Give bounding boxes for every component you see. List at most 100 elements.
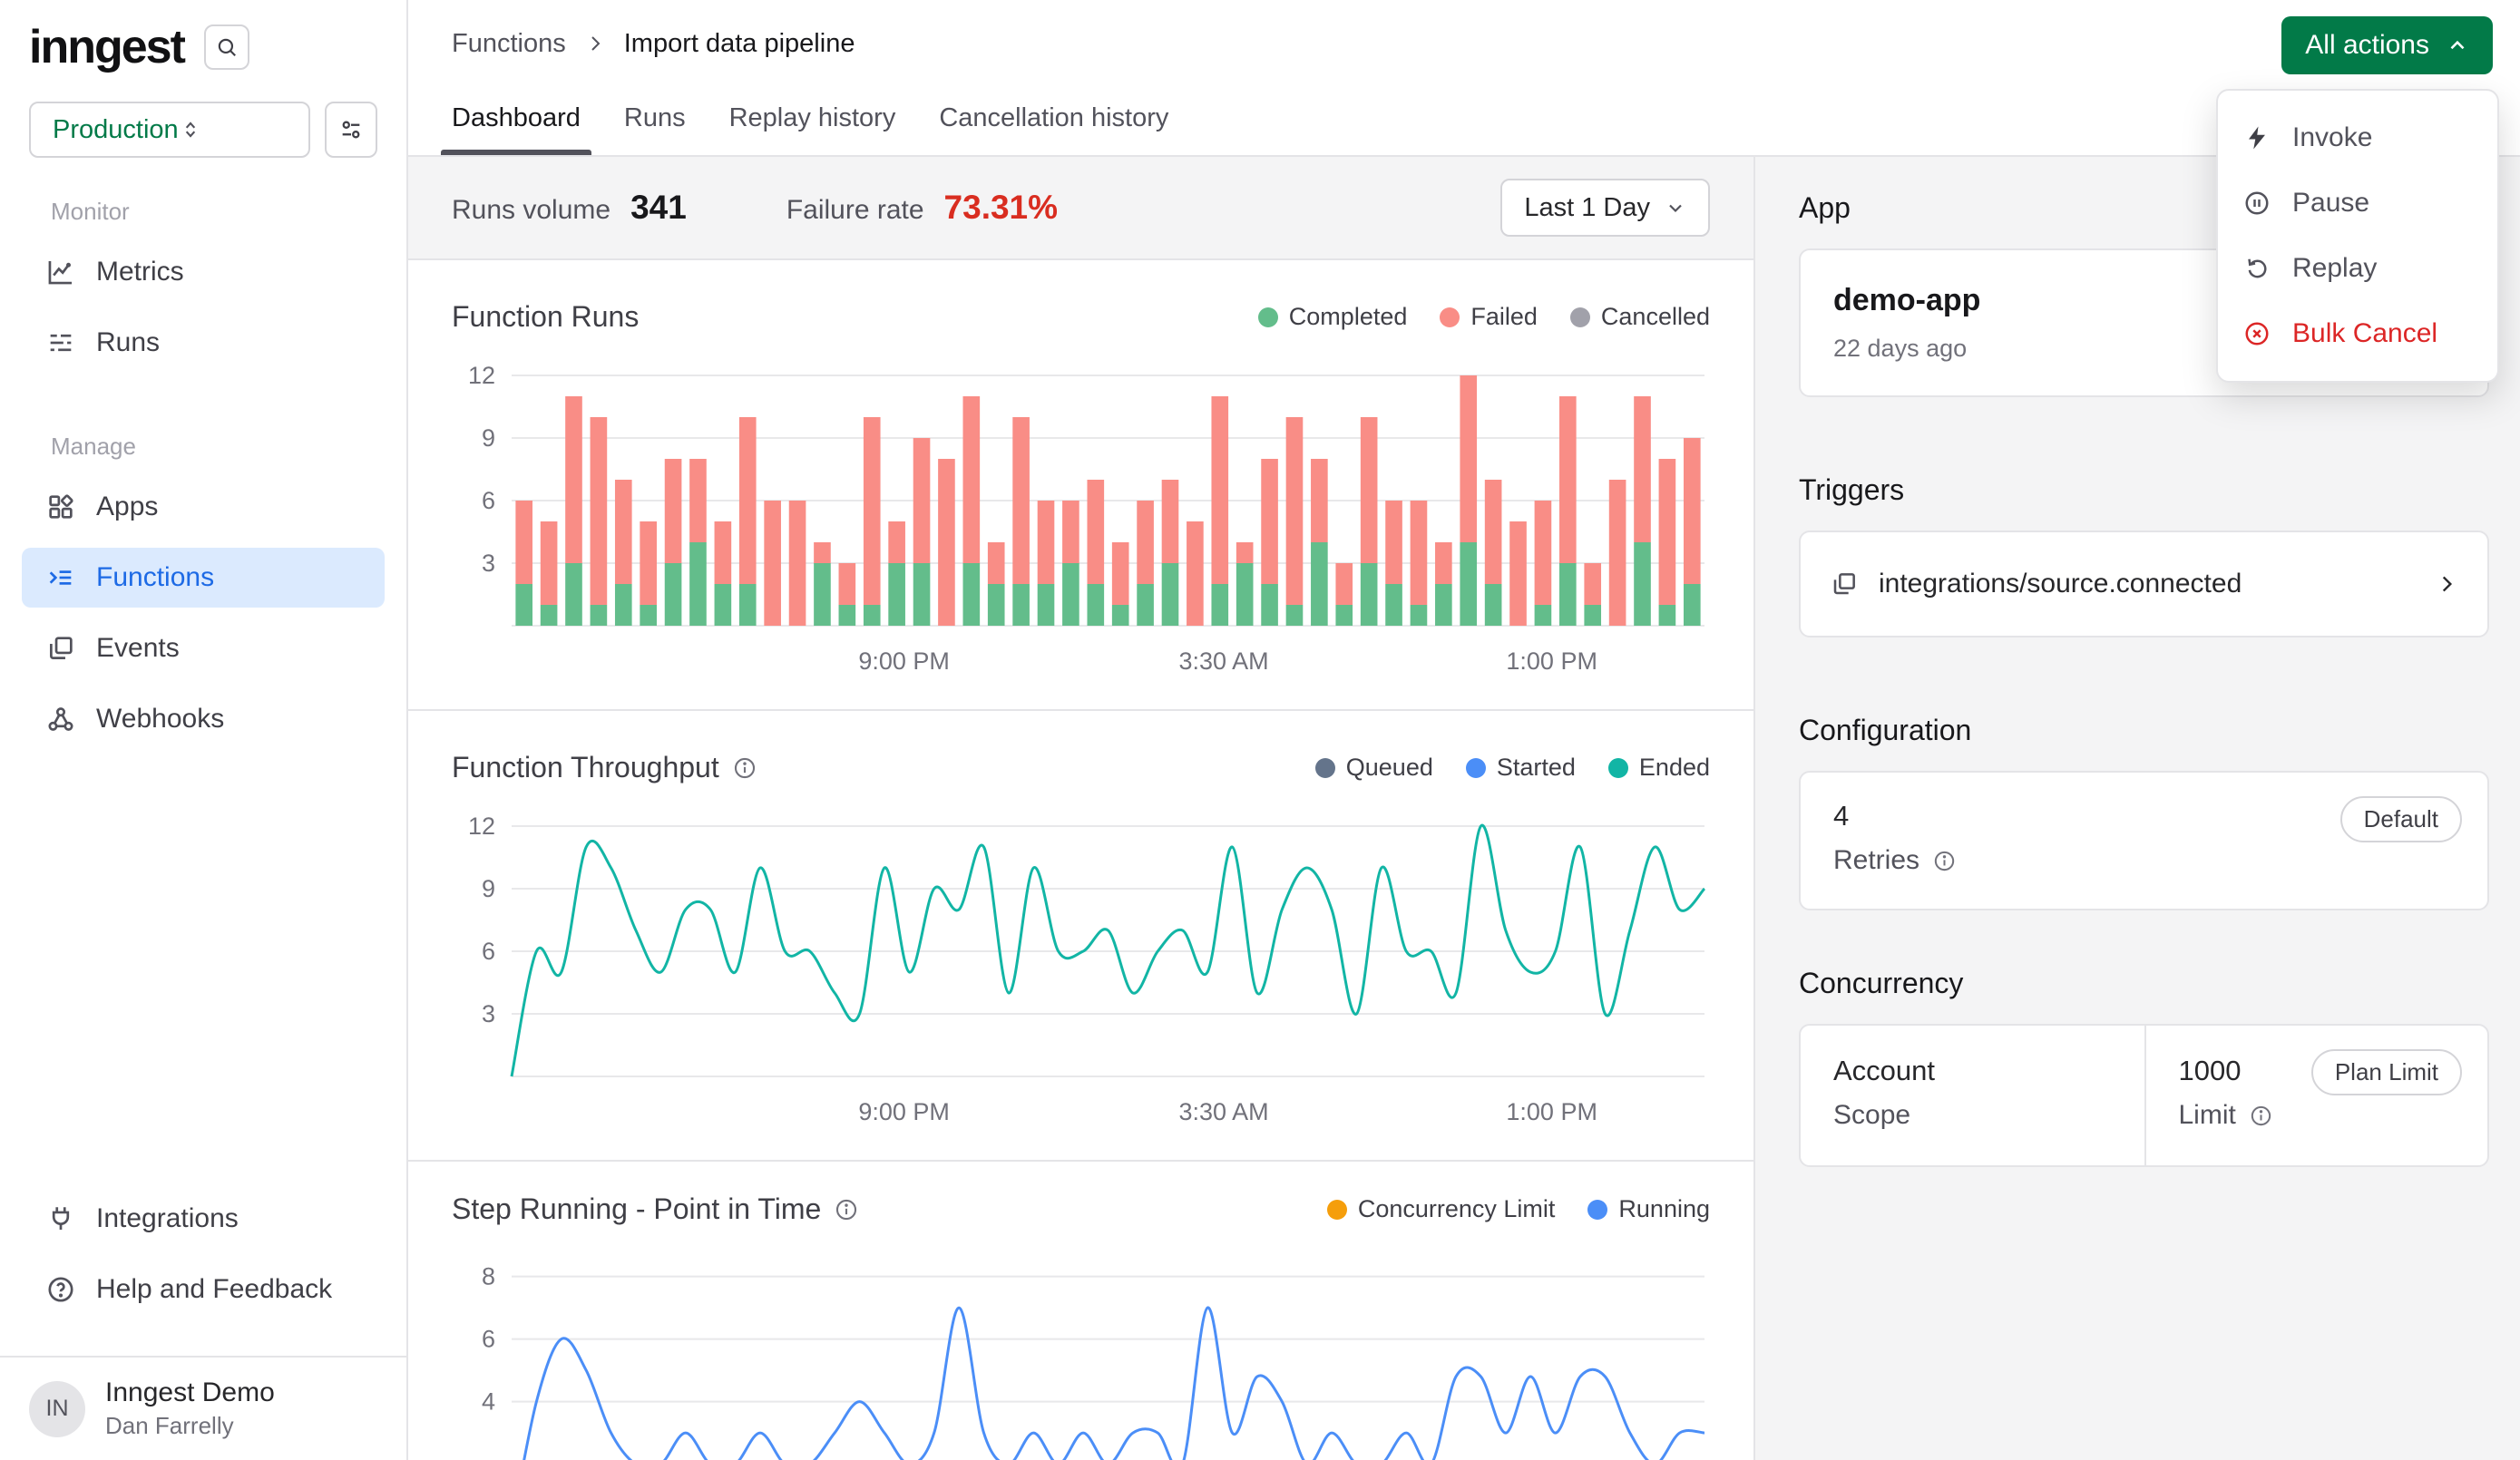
- profile-user-name: Dan Farrelly: [105, 1412, 275, 1440]
- step-running-title: Step Running - Point in Time: [452, 1192, 821, 1226]
- concurrency-card: Account Scope 1000 Limit Plan Limit: [1799, 1024, 2489, 1167]
- info-icon[interactable]: [732, 755, 757, 781]
- time-range-selector[interactable]: Last 1 Day: [1500, 179, 1710, 237]
- legend-dot: [1327, 1200, 1347, 1220]
- tab-runs[interactable]: Runs: [624, 103, 686, 155]
- main-area: Functions Import data pipeline Dashboard…: [408, 0, 2520, 1460]
- chevron-down-icon: [1665, 197, 1686, 219]
- runs-volume-label: Runs volume: [452, 195, 610, 226]
- nav-section-monitor: Monitor: [22, 198, 385, 242]
- configuration-heading: Configuration: [1799, 714, 2489, 747]
- breadcrumb-current: Import data pipeline: [624, 29, 855, 59]
- function-throughput-title: Function Throughput: [452, 751, 719, 784]
- function-runs-title: Function Runs: [452, 300, 639, 334]
- page-header: Functions Import data pipeline Dashboard…: [408, 0, 2520, 157]
- svg-text:3:30 AM: 3:30 AM: [1179, 647, 1269, 675]
- sidebar-item-webhooks[interactable]: Webhooks: [22, 689, 385, 749]
- menu-item-label: Pause: [2292, 188, 2369, 219]
- svg-text:4: 4: [482, 1388, 495, 1416]
- environment-value: Production: [53, 115, 179, 145]
- event-icon: [1830, 569, 1859, 599]
- plug-icon: [45, 1203, 76, 1234]
- legend-dot: [1440, 307, 1460, 327]
- sidebar-item-label: Help and Feedback: [96, 1274, 332, 1305]
- sidebar-item-metrics[interactable]: Metrics: [22, 242, 385, 302]
- tab-replay-history[interactable]: Replay history: [729, 103, 896, 155]
- menu-item-invoke[interactable]: Invoke: [2218, 105, 2497, 170]
- menu-item-bulk-cancel[interactable]: Bulk Cancel: [2218, 301, 2497, 366]
- breadcrumb-functions-link[interactable]: Functions: [452, 29, 566, 59]
- info-icon[interactable]: [1932, 849, 1957, 873]
- replay-icon: [2243, 255, 2271, 282]
- svg-text:12: 12: [468, 362, 495, 389]
- environment-selector[interactable]: Production: [29, 102, 310, 158]
- trigger-row[interactable]: integrations/source.connected: [1799, 530, 2489, 638]
- legend-dot: [1570, 307, 1590, 327]
- search-button[interactable]: [204, 24, 249, 70]
- menu-item-label: Replay: [2292, 253, 2377, 284]
- sidebar-item-label: Runs: [96, 327, 160, 358]
- profile-menu[interactable]: IN Inngest Demo Dan Farrelly: [0, 1356, 406, 1460]
- all-actions-button[interactable]: All actions: [2281, 16, 2493, 74]
- function-throughput-section: Function Throughput QueuedStartedEnded 3…: [408, 711, 1753, 1162]
- legend-item: Queued: [1315, 754, 1433, 782]
- menu-item-label: Bulk Cancel: [2292, 318, 2437, 349]
- legend-dot: [1466, 758, 1486, 778]
- svg-text:12: 12: [468, 813, 495, 840]
- function-throughput-legend: QueuedStartedEnded: [1315, 754, 1710, 782]
- runs-list-icon: [45, 327, 76, 358]
- svg-text:9:00 PM: 9:00 PM: [858, 1098, 950, 1125]
- tab-cancellation-history[interactable]: Cancellation history: [939, 103, 1168, 155]
- limit-label: Limit: [2179, 1100, 2236, 1131]
- function-throughput-chart: 369129:00 PM3:30 AM1:00 PM: [452, 808, 1710, 1133]
- legend-item: Ended: [1608, 754, 1710, 782]
- triggers-heading: Triggers: [1799, 473, 2489, 507]
- concurrency-heading: Concurrency: [1799, 967, 2489, 1000]
- tab-bar: Dashboard Runs Replay history Cancellati…: [452, 103, 1168, 155]
- chevron-right-icon: [2435, 572, 2458, 596]
- environment-settings-button[interactable]: [325, 102, 377, 158]
- dashboard-column: Runs volume 341 Failure rate 73.31% Last…: [408, 157, 1755, 1460]
- scope-label: Scope: [1833, 1100, 1910, 1131]
- function-runs-chart: 369129:00 PM3:30 AM1:00 PM: [452, 357, 1710, 682]
- nav-section-manage: Manage: [22, 433, 385, 477]
- menu-item-pause[interactable]: Pause: [2218, 170, 2497, 236]
- sidebar-item-help-and-feedback[interactable]: Help and Feedback: [22, 1260, 385, 1319]
- retries-label: Retries: [1833, 845, 1919, 876]
- menu-item-replay[interactable]: Replay: [2218, 236, 2497, 301]
- sliders-icon: [338, 117, 364, 142]
- webhooks-icon: [45, 704, 76, 735]
- chevron-up-icon: [2446, 34, 2469, 57]
- pause-circle-icon: [2243, 190, 2271, 217]
- legend-item: Failed: [1440, 303, 1538, 331]
- retries-card: 4 Retries Default: [1799, 771, 2489, 910]
- step-running-section: Step Running - Point in Time Concurrency…: [408, 1162, 1753, 1460]
- function-runs-legend: CompletedFailedCancelled: [1258, 303, 1710, 331]
- legend-dot: [1258, 307, 1278, 327]
- legend-item: Running: [1587, 1195, 1710, 1223]
- svg-text:6: 6: [482, 487, 495, 514]
- sidebar-item-integrations[interactable]: Integrations: [22, 1189, 385, 1249]
- runs-volume-stat: Runs volume 341: [452, 189, 687, 227]
- menu-item-label: Invoke: [2292, 122, 2372, 153]
- sidebar-item-label: Metrics: [96, 257, 184, 287]
- stats-band: Runs volume 341 Failure rate 73.31% Last…: [408, 157, 1753, 260]
- svg-text:9: 9: [482, 875, 495, 902]
- profile-org-name: Inngest Demo: [105, 1377, 275, 1408]
- sidebar-nav: Monitor Metrics Runs Manage Apps Fu: [0, 158, 406, 1330]
- plan-limit-badge: Plan Limit: [2311, 1049, 2462, 1095]
- sidebar-item-apps[interactable]: Apps: [22, 477, 385, 537]
- bolt-icon: [2243, 124, 2271, 151]
- sidebar-item-functions[interactable]: Functions: [22, 548, 385, 608]
- functions-icon: [45, 562, 76, 593]
- cancel-circle-icon: [2243, 320, 2271, 347]
- all-actions-label: All actions: [2305, 30, 2429, 61]
- tab-dashboard[interactable]: Dashboard: [452, 103, 581, 155]
- info-icon[interactable]: [2249, 1104, 2273, 1128]
- svg-text:1:00 PM: 1:00 PM: [1506, 1098, 1597, 1125]
- failure-rate-stat: Failure rate 73.31%: [786, 189, 1058, 227]
- sidebar-item-events[interactable]: Events: [22, 618, 385, 678]
- svg-text:3:30 AM: 3:30 AM: [1179, 1098, 1269, 1125]
- info-icon[interactable]: [834, 1197, 859, 1222]
- sidebar-item-runs[interactable]: Runs: [22, 313, 385, 373]
